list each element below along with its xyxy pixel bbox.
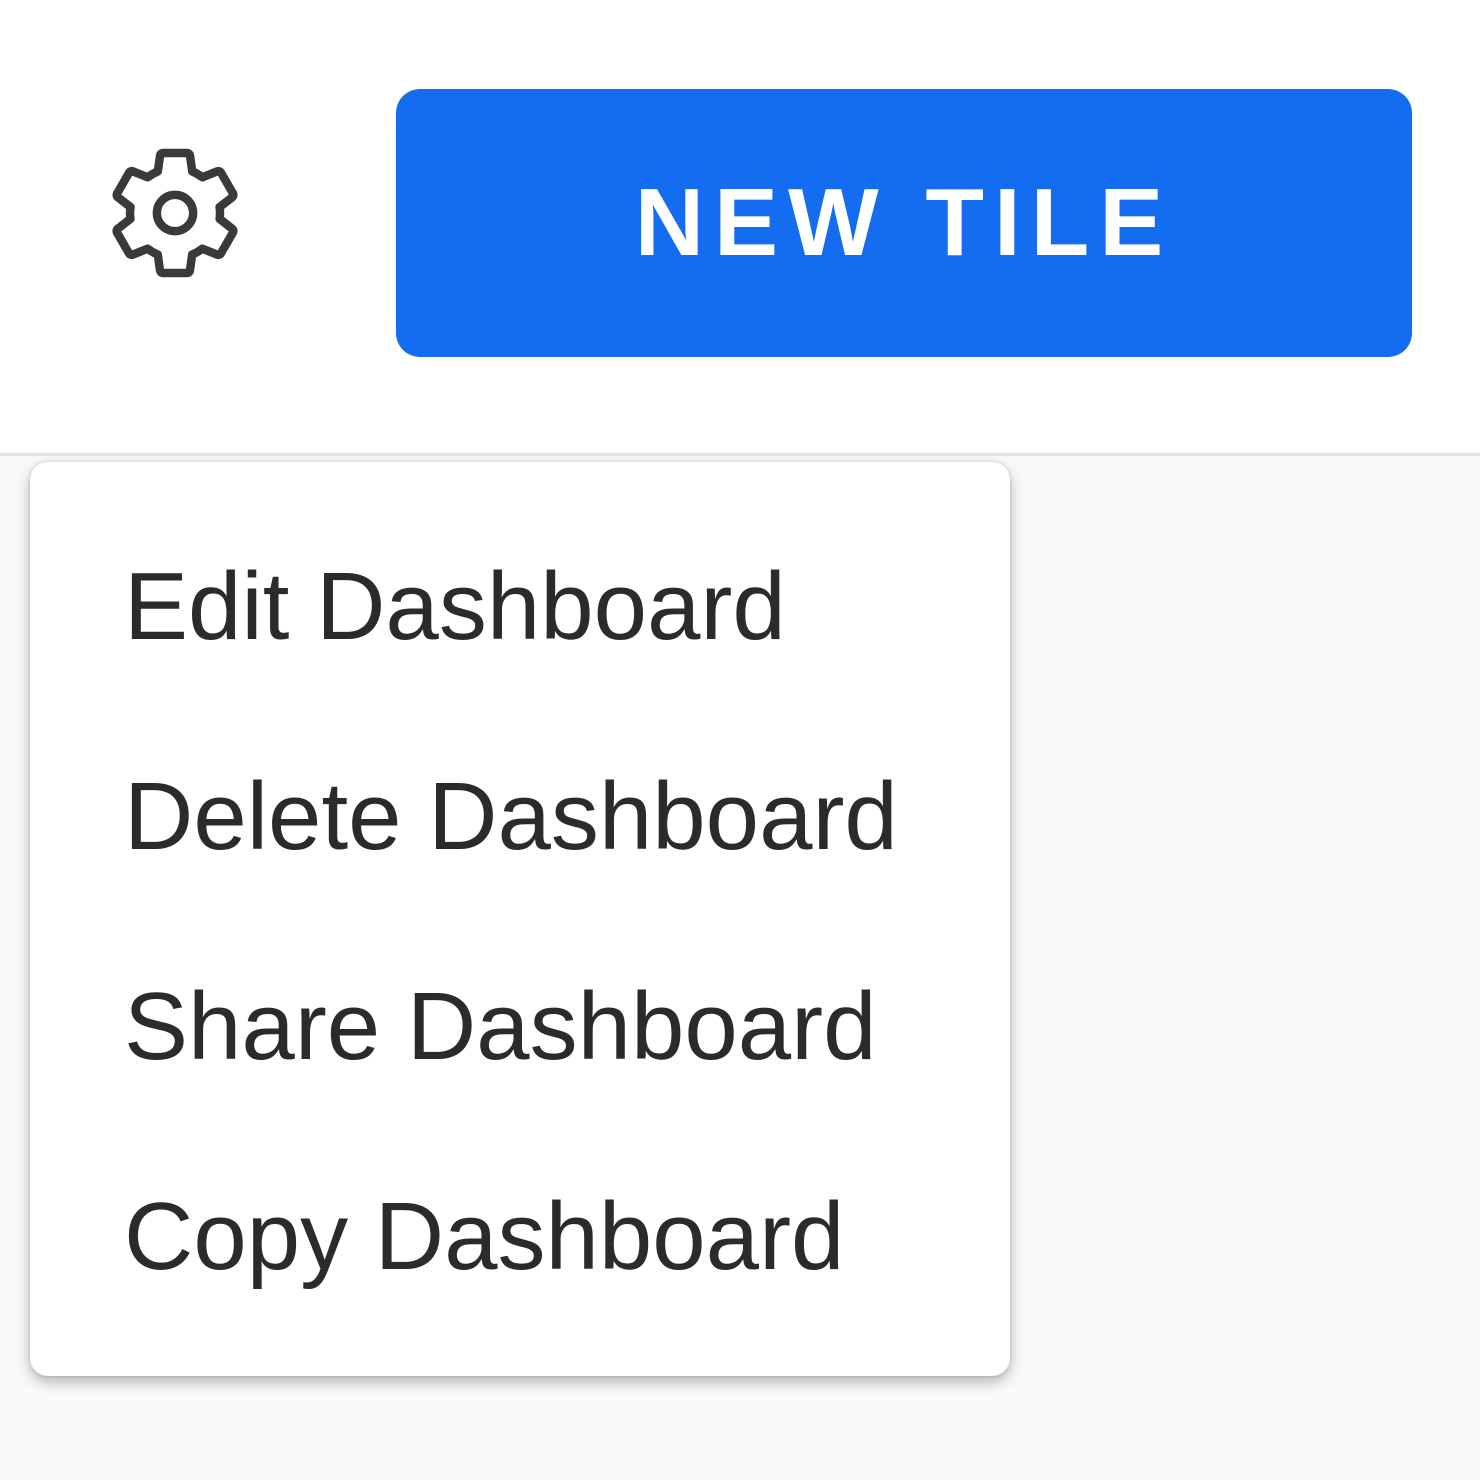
new-tile-button[interactable]: NEW TILE — [396, 89, 1412, 357]
gear-icon — [112, 148, 238, 278]
menu-item-delete-dashboard[interactable]: Delete Dashboard — [30, 712, 1010, 922]
settings-button[interactable] — [90, 128, 260, 298]
menu-item-copy-dashboard[interactable]: Copy Dashboard — [30, 1132, 1010, 1342]
menu-item-edit-dashboard[interactable]: Edit Dashboard — [30, 502, 1010, 712]
settings-dropdown-menu: Edit Dashboard Delete Dashboard Share Da… — [30, 462, 1010, 1376]
menu-item-share-dashboard[interactable]: Share Dashboard — [30, 922, 1010, 1132]
dashboard-toolbar: NEW TILE — [0, 0, 1480, 456]
